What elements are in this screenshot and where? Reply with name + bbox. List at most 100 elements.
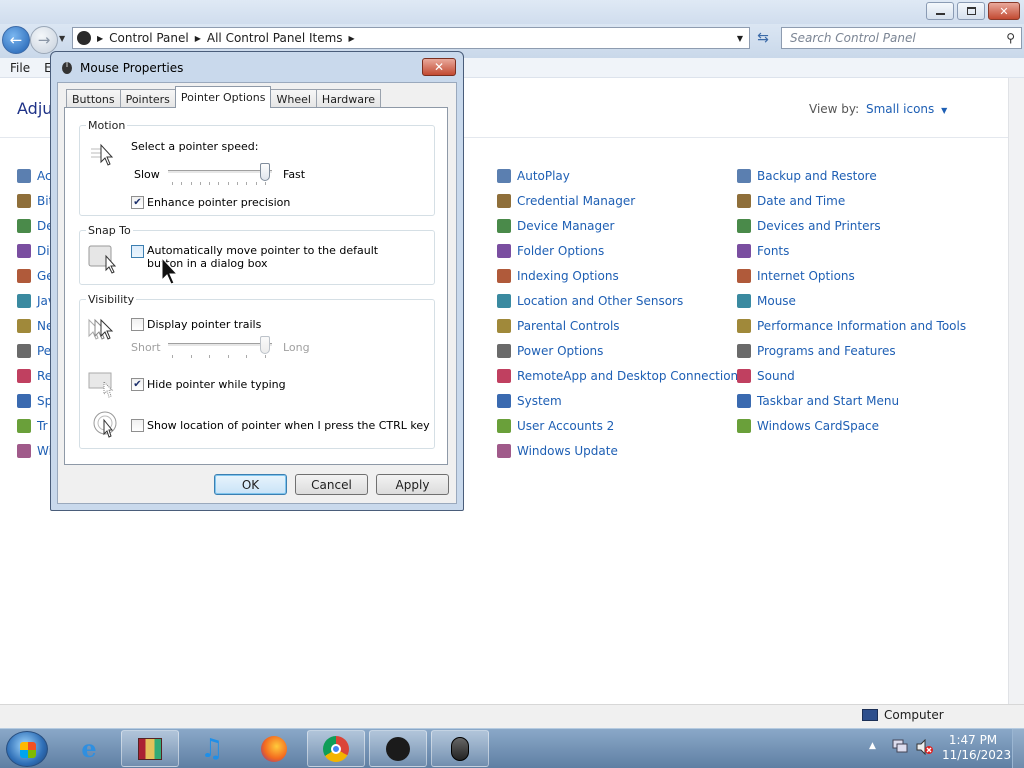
control-panel-item[interactable]: Power Options <box>497 342 603 360</box>
control-panel-item[interactable]: Sound <box>737 367 795 385</box>
tab-buttons[interactable]: Buttons <box>66 89 121 108</box>
address-bar[interactable]: ▶ Control Panel ▶ All Control Panel Item… <box>72 27 750 49</box>
control-panel-item[interactable]: Indexing Options <box>497 267 619 285</box>
control-panel-item[interactable]: Parental Controls <box>497 317 620 335</box>
control-panel-item[interactable]: Windows Update <box>497 442 618 460</box>
ok-button[interactable]: OK <box>214 474 287 495</box>
taskbar-itunes[interactable]: ♫ <box>183 730 241 767</box>
breadcrumb-all-items[interactable]: All Control Panel Items <box>207 31 343 45</box>
control-panel-item[interactable]: Performance Information and Tools <box>737 317 966 335</box>
taskbar-chrome[interactable] <box>307 730 365 767</box>
hide-pointer-checkbox[interactable]: ✔ <box>131 378 144 391</box>
control-panel-item-icon <box>17 319 31 333</box>
control-panel-item-label: System <box>517 394 562 408</box>
breadcrumb-control-panel[interactable]: Control Panel <box>109 31 189 45</box>
control-panel-item-icon <box>497 269 511 283</box>
clock-date: 11/16/2023 <box>942 748 1012 762</box>
pointer-trails-checkbox[interactable] <box>131 318 144 331</box>
control-panel-item[interactable]: Ne <box>17 317 53 335</box>
control-panel-item-icon <box>497 169 511 183</box>
start-button[interactable] <box>6 731 48 767</box>
forward-button[interactable]: → <box>30 26 58 54</box>
search-input[interactable]: Search Control Panel ⚲ <box>781 27 1022 49</box>
trail-slider-thumb[interactable] <box>260 336 270 354</box>
taskbar-firefox[interactable] <box>245 730 303 767</box>
control-panel-item-icon <box>737 369 751 383</box>
tab-hardware[interactable]: Hardware <box>315 89 382 108</box>
control-panel-item-icon <box>497 444 511 458</box>
control-panel-item[interactable]: Location and Other Sensors <box>497 292 683 310</box>
pointer-speed-slider[interactable] <box>168 163 272 189</box>
control-panel-item[interactable]: De <box>17 217 54 235</box>
ctrl-location-checkbox[interactable] <box>131 419 144 432</box>
control-panel-item[interactable]: Fonts <box>737 242 789 260</box>
minimize-button[interactable] <box>926 2 954 20</box>
control-panel-item[interactable]: Ac <box>17 167 52 185</box>
menu-file[interactable]: File <box>10 61 30 75</box>
view-by-dropdown[interactable]: Small icons ▼ <box>866 102 947 116</box>
search-icon[interactable]: ⚲ <box>1006 31 1015 45</box>
back-button[interactable]: ← <box>2 26 30 54</box>
control-panel-item[interactable]: Folder Options <box>497 242 604 260</box>
control-panel-item[interactable]: AutoPlay <box>497 167 570 185</box>
control-panel-item-icon <box>17 394 31 408</box>
taskbar-control-panel[interactable] <box>369 730 427 767</box>
control-panel-item[interactable]: Internet Options <box>737 267 855 285</box>
tab-pointer-options[interactable]: Pointer Options <box>174 86 272 108</box>
maximize-button[interactable] <box>957 2 985 20</box>
control-panel-item-icon <box>17 444 31 458</box>
taskbar-mouse-properties[interactable] <box>431 730 489 767</box>
recent-pages-icon[interactable]: ▼ <box>59 34 67 43</box>
taskbar-archive-app[interactable] <box>121 730 179 767</box>
close-window-button[interactable]: ✕ <box>988 2 1020 20</box>
vertical-scrollbar[interactable] <box>1008 78 1024 704</box>
control-panel-item[interactable]: Pe <box>17 342 51 360</box>
show-hidden-icons[interactable]: ▲ <box>869 741 876 751</box>
control-panel-item[interactable]: Wi <box>17 442 52 460</box>
control-panel-item[interactable]: Tr <box>17 417 48 435</box>
control-panel-item[interactable]: Re <box>17 367 52 385</box>
apply-button[interactable]: Apply <box>376 474 449 495</box>
control-panel-item-icon <box>17 194 31 208</box>
control-panel-item-icon <box>17 169 31 183</box>
snap-to-checkbox[interactable] <box>131 245 144 258</box>
taskbar-internet-explorer[interactable]: e <box>60 730 118 767</box>
dialog-close-button[interactable]: ✕ <box>422 58 456 76</box>
mouse-icon <box>60 60 74 74</box>
control-panel-item[interactable]: Ge <box>17 267 54 285</box>
volume-muted-icon[interactable] <box>916 738 934 756</box>
control-panel-item[interactable]: User Accounts 2 <box>497 417 614 435</box>
control-panel-item-icon <box>737 194 751 208</box>
control-panel-item[interactable]: Sp <box>17 392 52 410</box>
control-panel-item-icon <box>497 219 511 233</box>
control-panel-item[interactable]: RemoteApp and Desktop Connections <box>497 367 744 385</box>
tab-wheel[interactable]: Wheel <box>270 89 317 108</box>
control-panel-item[interactable]: Windows CardSpace <box>737 417 879 435</box>
pointer-speed-icon <box>89 142 119 171</box>
refresh-button[interactable]: ⇆ <box>752 27 774 49</box>
control-panel-item[interactable]: Mouse <box>737 292 796 310</box>
control-panel-item-icon <box>497 244 511 258</box>
control-panel-item[interactable]: Credential Manager <box>497 192 635 210</box>
control-panel-item[interactable]: Backup and Restore <box>737 167 877 185</box>
cancel-button[interactable]: Cancel <box>295 474 368 495</box>
enhance-precision-checkbox[interactable]: ✔ <box>131 196 144 209</box>
control-panel-item-icon <box>497 319 511 333</box>
control-panel-item[interactable]: Taskbar and Start Menu <box>737 392 899 410</box>
control-panel-item[interactable]: Programs and Features <box>737 342 896 360</box>
trail-length-slider[interactable] <box>168 336 272 362</box>
control-panel-item[interactable]: Date and Time <box>737 192 845 210</box>
clock[interactable]: 1:47 PM 11/16/2023 <box>942 733 1012 763</box>
network-icon[interactable] <box>892 739 908 753</box>
ctrl-location-icon <box>92 410 122 443</box>
show-desktop-button[interactable] <box>1012 729 1024 768</box>
control-panel-item[interactable]: System <box>497 392 562 410</box>
control-panel-item[interactable]: Devices and Printers <box>737 217 881 235</box>
address-dropdown-icon[interactable]: ▼ <box>737 34 743 43</box>
tab-pointers[interactable]: Pointers <box>119 89 176 108</box>
control-panel-item[interactable]: Device Manager <box>497 217 614 235</box>
speed-slider-thumb[interactable] <box>260 163 270 181</box>
firefox-icon <box>261 735 287 762</box>
snap-to-label: Automatically move pointer to the defaul… <box>147 244 379 270</box>
control-panel-item[interactable]: Bit <box>17 192 53 210</box>
